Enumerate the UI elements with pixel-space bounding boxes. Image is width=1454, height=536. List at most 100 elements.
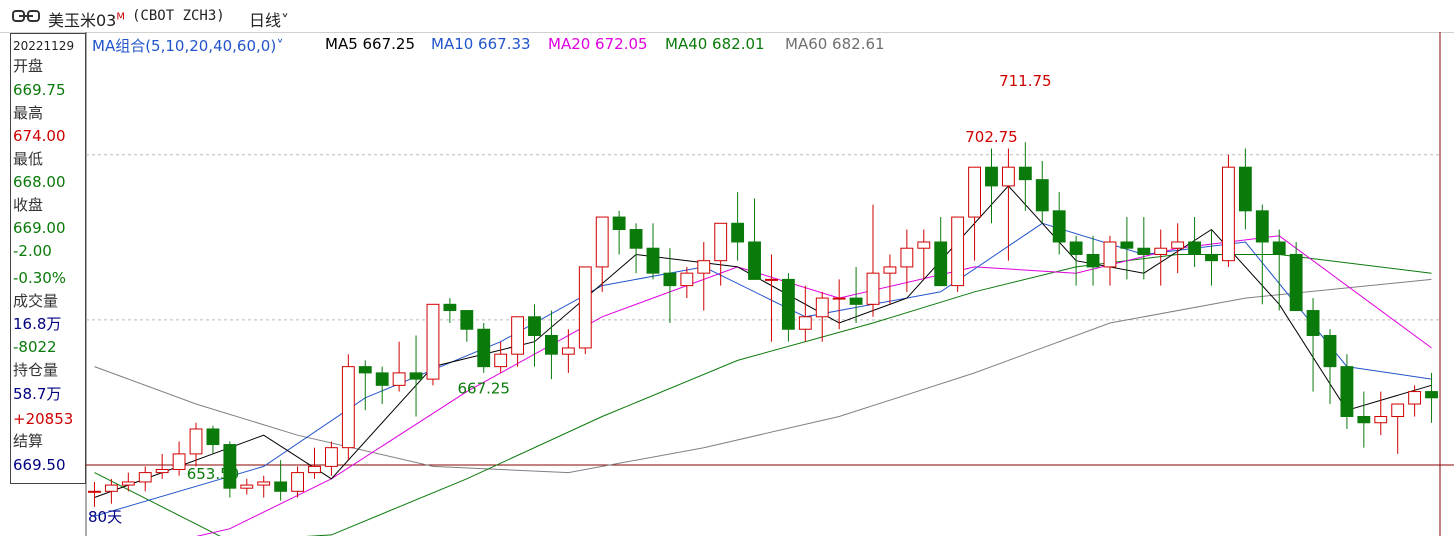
close-value: 669.00 [13,219,66,237]
candle[interactable] [375,366,389,405]
candle-body [189,428,203,455]
candle[interactable] [1103,235,1117,286]
candle[interactable] [511,316,525,367]
candle[interactable] [934,217,948,287]
info-date: 20221129 [13,39,75,53]
candle-body [595,216,609,268]
candle[interactable] [477,323,491,373]
candle-body [1340,366,1354,418]
candle[interactable] [1408,385,1422,417]
candle[interactable] [815,291,829,342]
candle[interactable] [138,466,152,492]
candle[interactable] [1052,192,1066,255]
candle-body [1323,334,1337,368]
candle-body [104,484,118,492]
candle[interactable] [1357,391,1371,448]
candle[interactable] [1340,354,1354,429]
candle[interactable] [324,441,338,476]
low-value: 668.00 [13,173,66,191]
candle[interactable] [917,229,931,280]
candle[interactable] [104,478,118,504]
candle[interactable] [88,481,101,507]
candle-body [460,310,474,330]
candle[interactable] [578,266,592,355]
candle[interactable] [1391,403,1405,454]
price-chart[interactable]: 702.75 711.75 667.25 653.50 80天 [0,0,1454,536]
volume-change-value: -8022 [13,338,57,356]
candle[interactable] [697,241,711,311]
candle[interactable] [985,148,998,224]
candle[interactable] [494,341,508,373]
candle[interactable] [561,329,575,373]
candle[interactable] [714,222,728,286]
candle[interactable] [528,304,541,367]
candle-body [934,241,948,287]
candle-body [1103,241,1117,268]
candle[interactable] [358,360,372,411]
candle[interactable] [646,223,660,280]
candle-body [443,303,457,312]
candle-body [968,166,981,218]
candle-body [1154,247,1168,255]
candle[interactable] [680,266,694,299]
candle[interactable] [1374,391,1388,436]
candle-body [528,316,541,336]
ma10-legend: MA10 667.33 [431,35,531,53]
candle[interactable] [1120,217,1134,280]
candle[interactable] [1425,372,1438,423]
candle[interactable] [443,298,457,324]
candle-body [1289,253,1303,312]
ma-combo-selector[interactable]: MA组合(5,10,20,40,60,0)˅ [92,35,284,56]
candle[interactable] [951,216,965,292]
candle[interactable] [155,453,169,479]
open-label: 开盘 [13,57,44,75]
candle[interactable] [460,310,474,342]
oi-label: 持仓量 [13,361,59,379]
candle[interactable] [1306,298,1320,392]
candle[interactable] [257,475,271,498]
candle[interactable] [748,198,761,280]
candle[interactable] [968,166,981,261]
candle[interactable] [883,254,897,305]
candle[interactable] [1171,223,1185,274]
candle-body [985,166,998,187]
candle[interactable] [240,478,254,495]
extreme-annotation: 667.25 [457,379,510,397]
candle[interactable] [1238,148,1252,230]
candle[interactable] [172,441,186,476]
ma5-legend: MA5 667.25 [325,35,415,53]
candle[interactable] [308,447,321,479]
candle[interactable] [1035,160,1049,224]
candle[interactable] [426,303,440,386]
candle[interactable] [121,472,135,492]
candle[interactable] [274,460,288,501]
candle[interactable] [1289,241,1303,312]
candle[interactable] [206,425,220,454]
candle-body [324,447,338,467]
candle[interactable] [781,273,795,342]
candle[interactable] [1086,235,1100,286]
candle[interactable] [409,335,423,417]
candle[interactable] [1323,329,1337,405]
candle-body [1001,166,1015,187]
candle[interactable] [341,354,355,461]
candle[interactable] [1272,229,1286,311]
candle[interactable] [392,341,406,392]
candle[interactable] [545,310,558,380]
candle[interactable] [189,422,203,467]
candle[interactable] [798,285,812,342]
candle-body [1052,210,1066,243]
candle[interactable] [1069,235,1083,286]
candle[interactable] [900,229,914,292]
candle[interactable] [866,204,880,317]
candle[interactable] [612,210,626,255]
candle[interactable] [1222,154,1235,267]
candle-body [663,272,677,287]
candle[interactable] [629,223,643,274]
candle[interactable] [1205,229,1218,286]
candle[interactable] [1188,217,1202,267]
candle-body [1188,241,1202,255]
candle-body [257,481,271,486]
candle[interactable] [731,192,745,261]
candle-body [155,468,169,474]
